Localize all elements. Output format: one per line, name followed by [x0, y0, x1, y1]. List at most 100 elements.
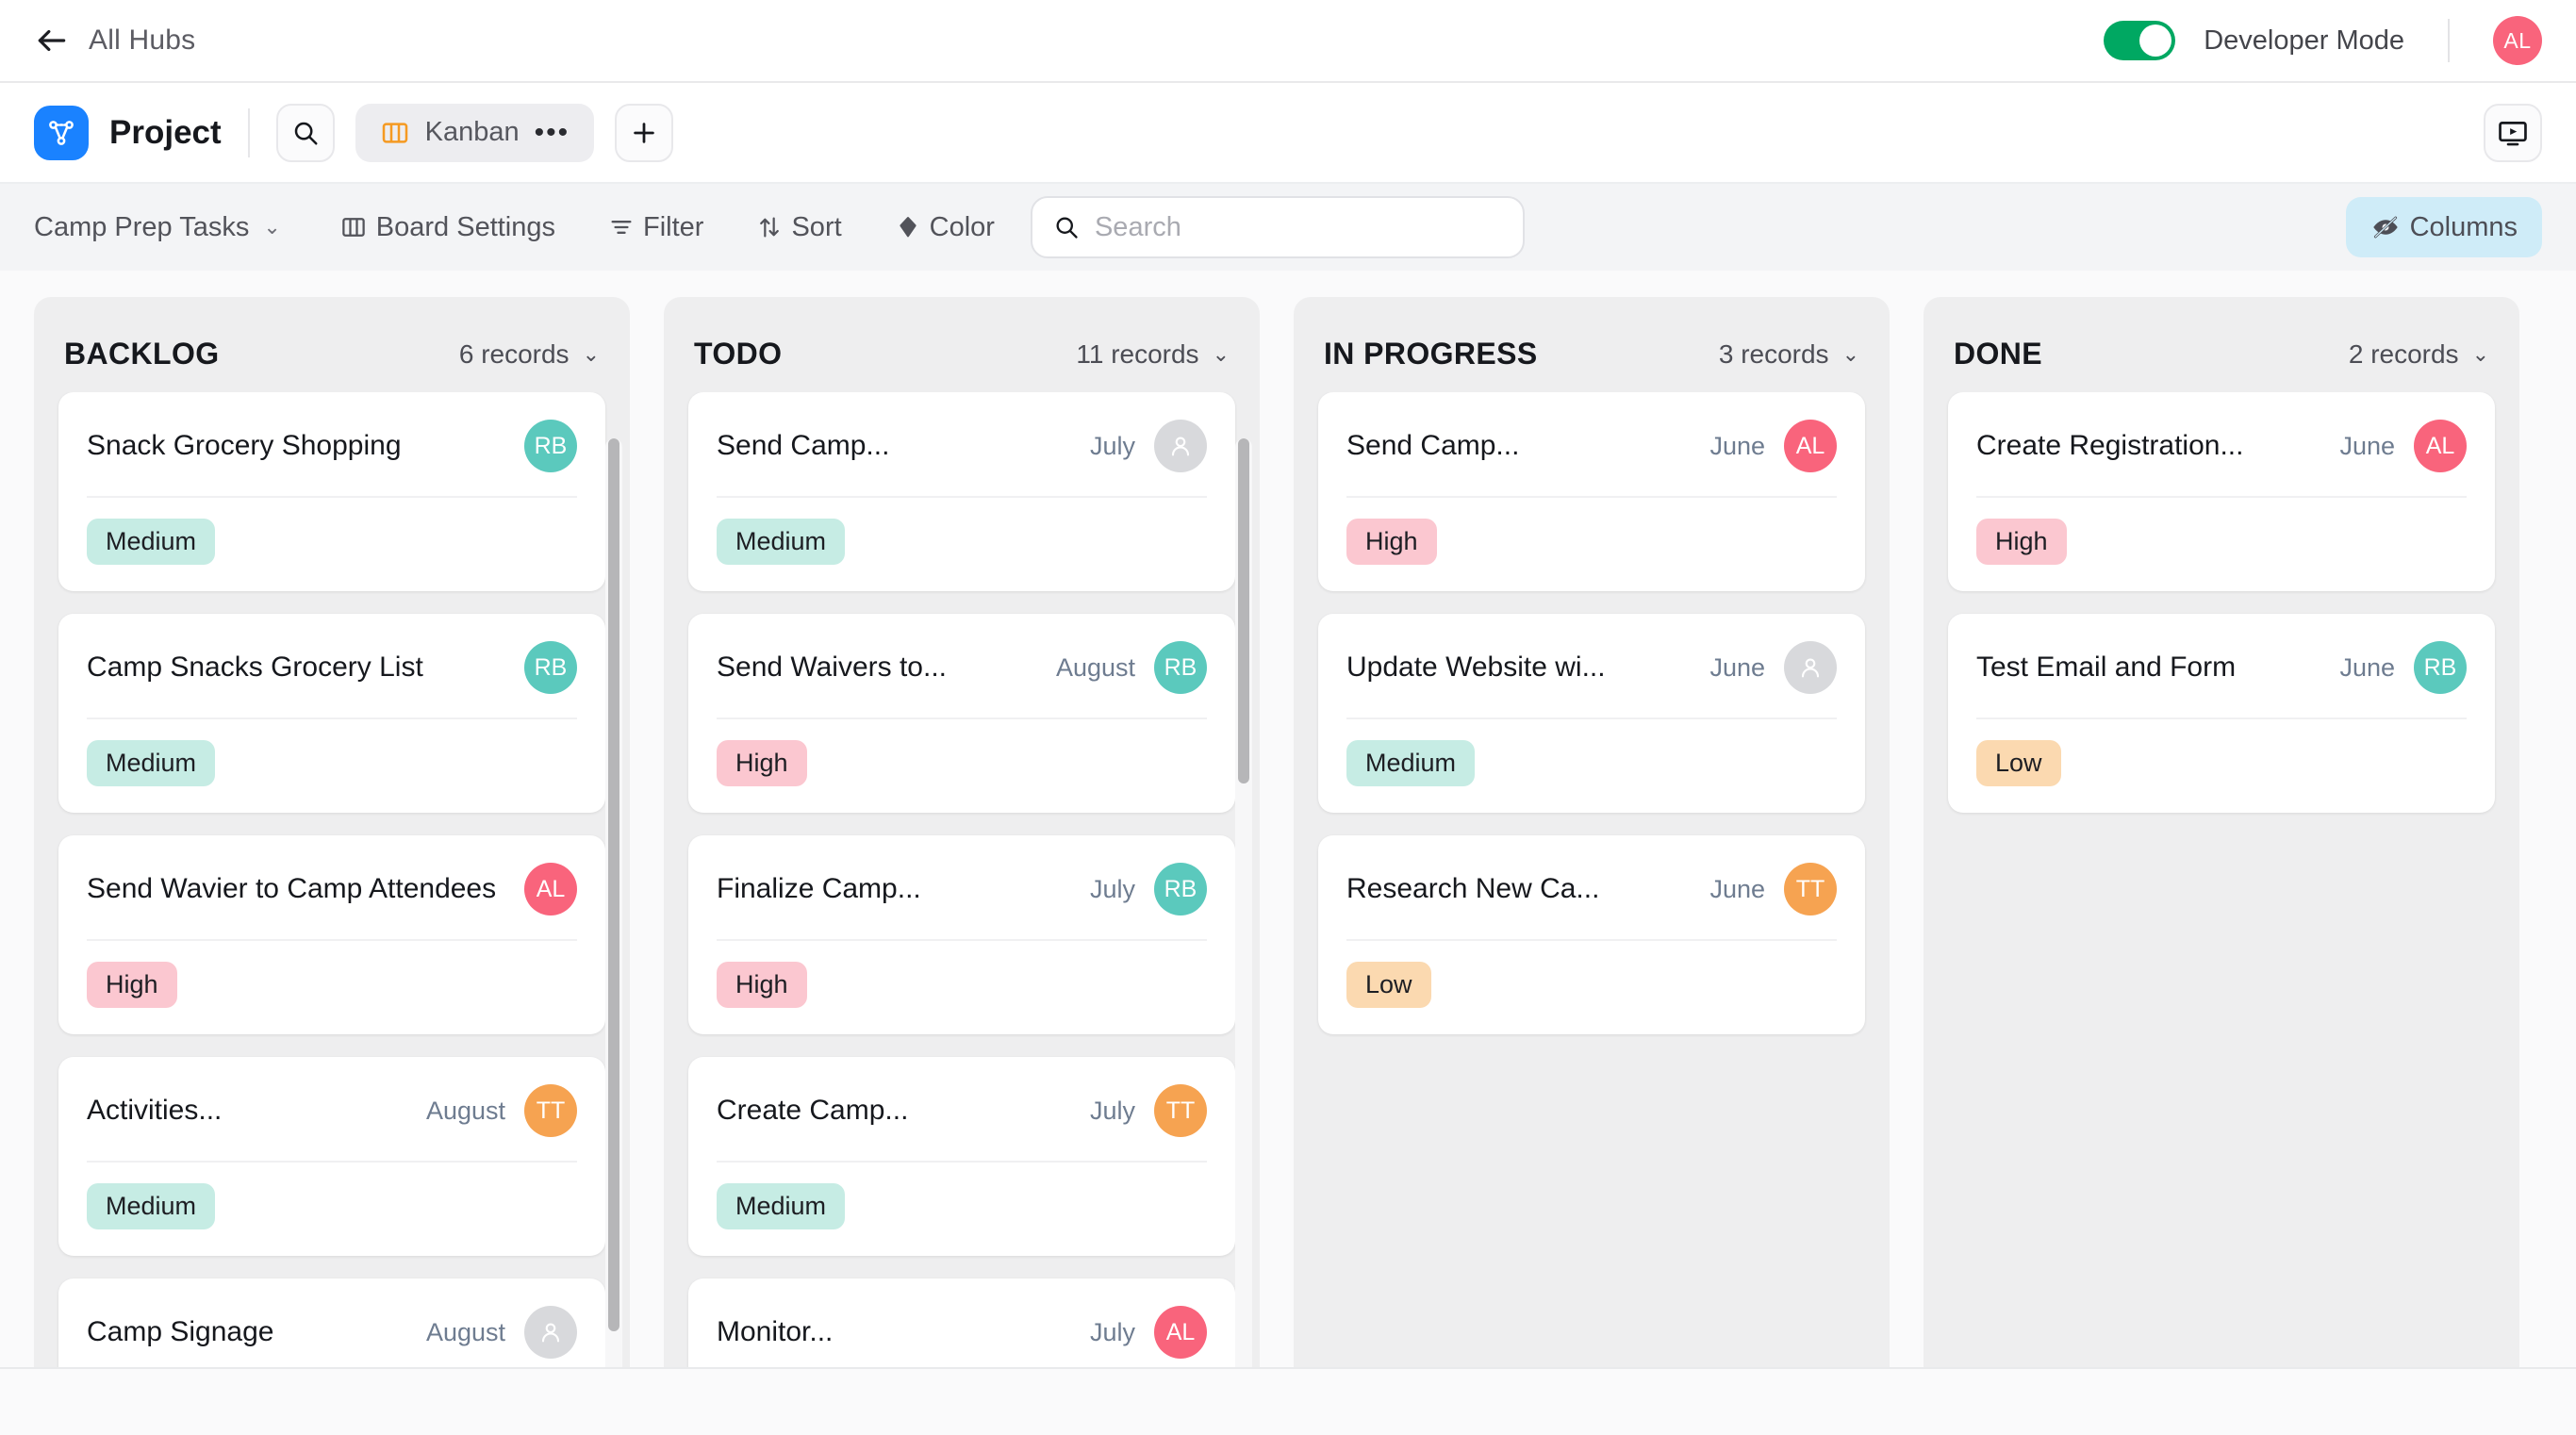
column-record-count[interactable]: 2 records ⌄ — [2349, 339, 2489, 370]
card-title: Finalize Camp... — [717, 873, 921, 904]
kanban-card[interactable]: Update Website wi... June Medium — [1318, 614, 1865, 813]
card-title: Send Waivers to... — [717, 652, 947, 683]
column-record-count[interactable]: 6 records ⌄ — [459, 339, 600, 370]
card-title: Activities... — [87, 1095, 223, 1126]
empty-avatar-icon[interactable] — [1784, 641, 1837, 694]
empty-avatar-icon[interactable] — [1154, 420, 1207, 472]
card-assignee-avatar[interactable]: RB — [1154, 863, 1207, 915]
columns-icon — [339, 213, 368, 241]
search-field[interactable] — [1030, 196, 1525, 258]
developer-mode-toggle[interactable] — [2104, 21, 2176, 60]
filter-button[interactable]: Filter — [608, 212, 703, 243]
present-button[interactable] — [2484, 103, 2542, 162]
kanban-card[interactable]: Send Waivers to... August RB High — [688, 614, 1235, 813]
priority-badge: Low — [1976, 740, 2061, 786]
scrollbar-thumb[interactable] — [608, 438, 619, 1331]
user-avatar[interactable]: AL — [2493, 16, 2542, 65]
column-scrollbar[interactable] — [1235, 438, 1252, 1398]
board-settings-button[interactable]: Board Settings — [339, 212, 555, 243]
card-assignee-avatar[interactable]: RB — [1154, 641, 1207, 694]
card-assignee-avatar[interactable]: RB — [2414, 641, 2467, 694]
kanban-card[interactable]: Send Camp... June AL High — [1318, 392, 1865, 591]
columns-visibility-button[interactable]: Columns — [2345, 197, 2542, 257]
priority-badge: High — [1976, 519, 2067, 565]
card-divider — [1976, 718, 2467, 719]
kanban-card[interactable]: Snack Grocery Shopping RB Medium — [58, 392, 605, 591]
card-assignee-avatar[interactable]: TT — [1784, 863, 1837, 915]
top-bar: All Hubs Developer Mode AL — [0, 0, 2576, 83]
card-assignee-avatar[interactable]: RB — [524, 641, 577, 694]
card-date: July — [1089, 431, 1135, 460]
card-meta: August TT — [426, 1084, 577, 1137]
scrollbar-thumb[interactable] — [1238, 438, 1249, 784]
back-to-all-hubs-button[interactable]: All Hubs — [34, 23, 195, 58]
kanban-card[interactable]: Research New Ca... June TT Low — [1318, 835, 1865, 1034]
card-date: June — [1709, 652, 1765, 682]
card-header: Finalize Camp... July RB — [717, 860, 1207, 918]
card-header: Send Wavier to Camp Attendees AL — [87, 860, 577, 918]
sort-button[interactable]: Sort — [756, 212, 842, 243]
table-selector[interactable]: Camp Prep Tasks ⌄ — [34, 212, 281, 243]
card-title: Camp Snacks Grocery List — [87, 652, 423, 683]
card-meta: July RB — [1090, 863, 1207, 915]
ellipsis-icon[interactable]: ••• — [535, 118, 570, 146]
column-header: TODO 11 records ⌄ — [664, 297, 1260, 392]
tab-kanban[interactable]: Kanban ••• — [355, 103, 595, 162]
card-date: June — [2339, 652, 2395, 682]
card-assignee-avatar[interactable]: AL — [1784, 420, 1837, 472]
card-date: July — [1089, 1096, 1135, 1125]
card-meta: June TT — [1709, 863, 1837, 915]
column-count-label: 6 records — [458, 338, 570, 369]
kanban-card[interactable]: Test Email and Form June RB Low — [1948, 614, 2495, 813]
priority-badge: Medium — [717, 1183, 846, 1229]
kanban-card[interactable]: Camp Snacks Grocery List RB Medium — [58, 614, 605, 813]
card-assignee-avatar[interactable]: AL — [2414, 420, 2467, 472]
card-date: August — [425, 1096, 505, 1125]
card-date: July — [1089, 874, 1135, 903]
card-date: August — [425, 1317, 505, 1346]
kanban-card[interactable]: Finalize Camp... July RB High — [688, 835, 1235, 1034]
app-bar: Project Kanban ••• — [0, 83, 2576, 184]
card-title: Send Wavier to Camp Attendees — [87, 873, 497, 904]
kanban-card[interactable]: Activities... August TT Medium — [58, 1057, 605, 1256]
column-record-count[interactable]: 11 records ⌄ — [1076, 339, 1230, 370]
card-header: Create Registration... June AL — [1976, 417, 2467, 475]
card-assignee-avatar[interactable]: AL — [524, 863, 577, 915]
kanban-card[interactable]: Send Camp... July Medium — [688, 392, 1235, 591]
card-header: Monitor... July AL — [717, 1303, 1207, 1361]
column-card-list: Send Camp... June AL High Update Website wi.… — [1294, 392, 1890, 1411]
column-scrollbar[interactable] — [605, 438, 622, 1398]
card-title: Test Email and Form — [1976, 652, 2237, 683]
card-title: Monitor... — [717, 1316, 834, 1347]
column-card-list: Send Camp... July Medium Send Waivers to...… — [664, 392, 1260, 1411]
column-card-list: Snack Grocery Shopping RB Medium Camp Snack… — [34, 392, 630, 1411]
color-button[interactable]: Color — [895, 212, 995, 243]
priority-badge: Medium — [1346, 740, 1476, 786]
card-meta: June AL — [2339, 420, 2467, 472]
column-title: DONE — [1954, 337, 2043, 371]
search-input[interactable] — [1094, 211, 1502, 243]
priority-badge: Medium — [87, 1183, 216, 1229]
empty-avatar-icon[interactable] — [524, 1306, 577, 1359]
priority-badge: High — [87, 962, 177, 1008]
card-assignee-avatar[interactable]: TT — [1154, 1084, 1207, 1137]
card-divider — [1346, 939, 1837, 941]
column-record-count[interactable]: 3 records ⌄ — [1719, 339, 1859, 370]
divider — [2448, 19, 2450, 62]
bottom-bar — [0, 1367, 2576, 1435]
card-title: Update Website wi... — [1346, 652, 1606, 683]
card-meta: June RB — [2339, 641, 2467, 694]
card-assignee-avatar[interactable]: RB — [524, 420, 577, 472]
filter-lines-icon — [608, 214, 635, 240]
card-assignee-avatar[interactable]: AL — [1154, 1306, 1207, 1359]
kanban-card[interactable]: Send Wavier to Camp Attendees AL High — [58, 835, 605, 1034]
add-view-button[interactable] — [615, 103, 674, 162]
card-meta: August RB — [1056, 641, 1207, 694]
card-title: Send Camp... — [717, 430, 890, 461]
kanban-card[interactable]: Create Registration... June AL High — [1948, 392, 2495, 591]
search-button[interactable] — [275, 103, 335, 162]
card-meta: RB — [524, 420, 577, 472]
color-label: Color — [929, 211, 995, 242]
card-assignee-avatar[interactable]: TT — [524, 1084, 577, 1137]
kanban-card[interactable]: Create Camp... July TT Medium — [688, 1057, 1235, 1256]
